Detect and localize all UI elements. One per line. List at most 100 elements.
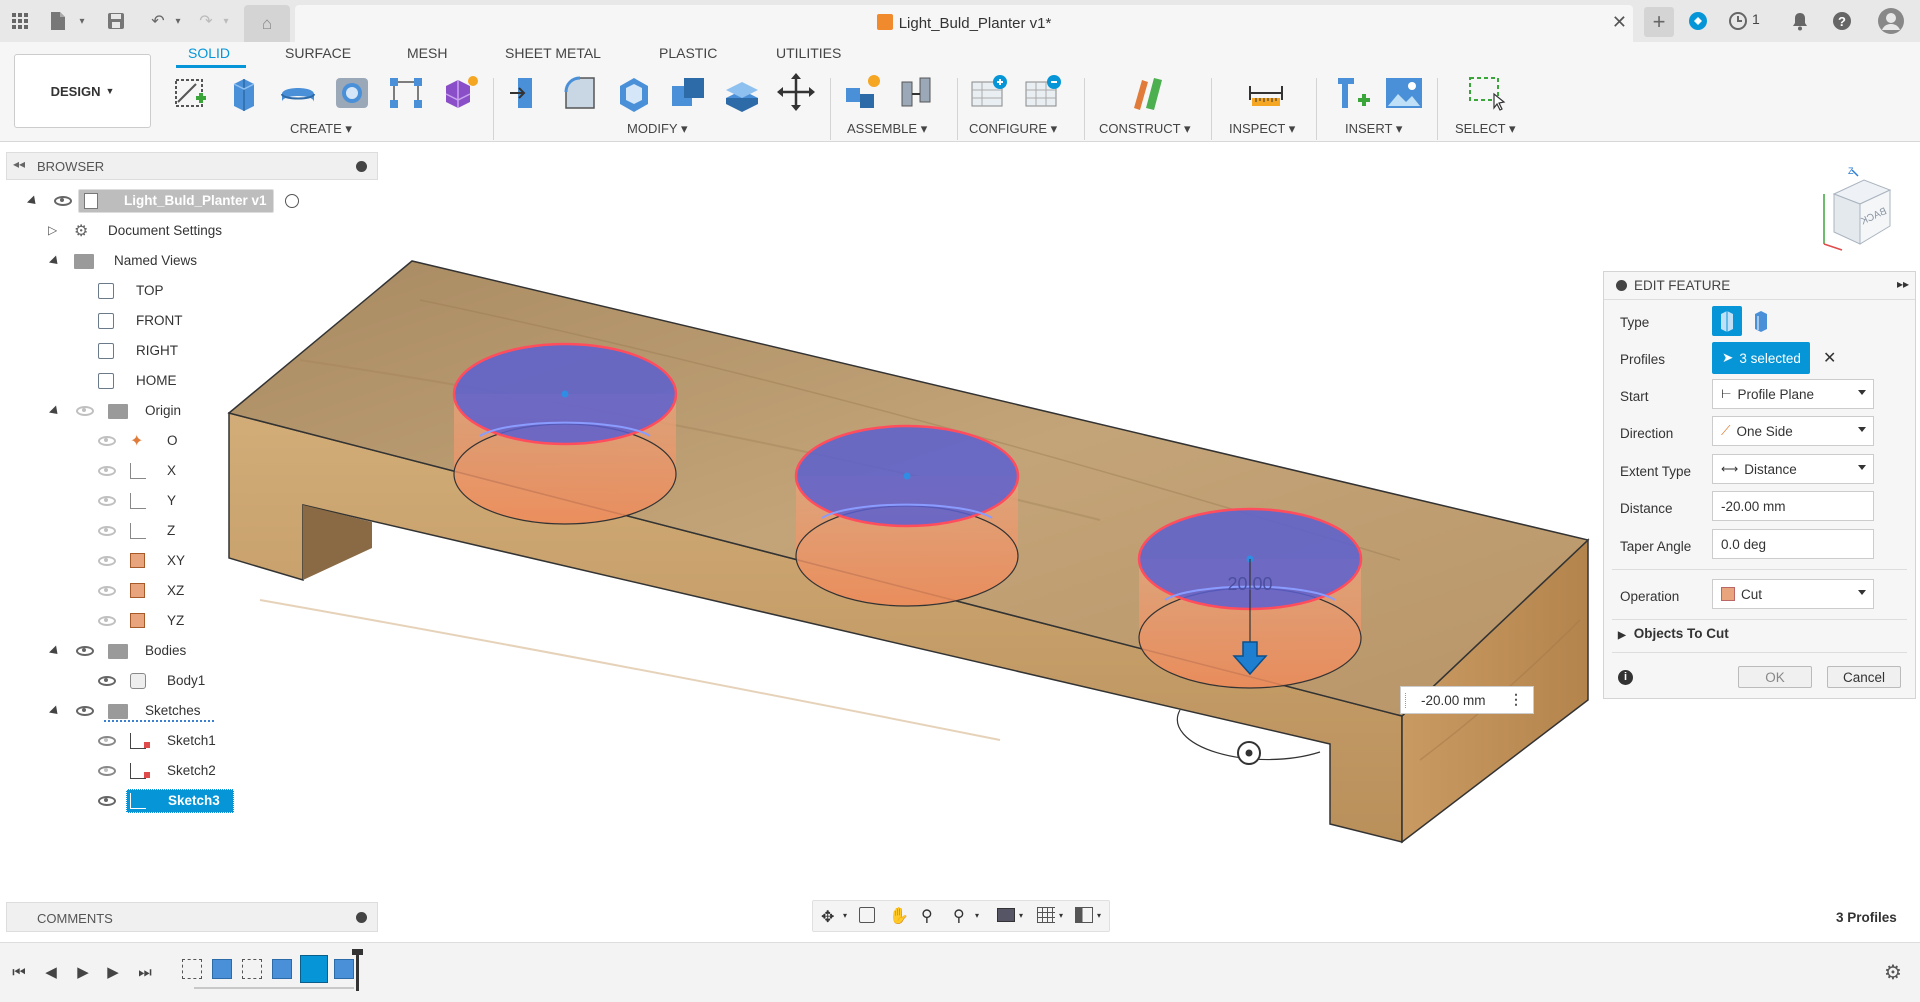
profiles-selection-button[interactable]: ➤ 3 selected	[1712, 342, 1810, 374]
browser-panel-header[interactable]: ◂◂ BROWSER	[6, 152, 378, 180]
extrude-tool[interactable]	[224, 72, 264, 112]
visibility-eye-off-icon[interactable]	[76, 406, 94, 416]
tree-sketch3[interactable]: Sketch3	[96, 788, 236, 814]
viewports-icon[interactable]	[1075, 907, 1093, 923]
timeline-marker-handle[interactable]	[352, 949, 363, 955]
taper-angle-input[interactable]: 0.0 deg	[1712, 529, 1874, 559]
orbit-dropdown-icon[interactable]: ▾	[843, 911, 847, 920]
document-tab[interactable]: Light_Buld_Planter v1* ✕	[295, 5, 1633, 42]
start-select[interactable]: ⊢ Profile Plane	[1712, 379, 1874, 409]
visibility-eye-off-icon[interactable]	[98, 466, 116, 476]
home-tab[interactable]: ⌂	[244, 5, 290, 42]
cut-profile-1[interactable]	[452, 342, 678, 525]
tree-origin[interactable]: Origin	[48, 398, 208, 424]
timeline-sketch-feature[interactable]	[242, 959, 262, 979]
visibility-eye-off-icon[interactable]	[98, 496, 116, 506]
visibility-eye-icon[interactable]	[76, 706, 94, 716]
expanded-icon[interactable]	[48, 255, 62, 268]
tree-plane-yz[interactable]: YZ	[96, 608, 196, 634]
grid-dropdown-icon[interactable]: ▾	[1059, 911, 1063, 920]
tree-axis-x[interactable]: X	[96, 458, 196, 484]
info-icon[interactable]: i	[1618, 670, 1633, 685]
tab-solid[interactable]: SOLID	[188, 45, 230, 61]
view-cube[interactable]: BACK Z	[1818, 164, 1898, 252]
create-sketch-tool[interactable]	[170, 72, 210, 112]
fillet-tool[interactable]	[560, 72, 600, 112]
offset-plane-tool[interactable]	[1128, 72, 1168, 112]
save-icon[interactable]	[104, 9, 128, 33]
redo-dropdown-icon[interactable]: ▾	[214, 9, 238, 33]
change-parameters-tool[interactable]	[970, 72, 1010, 112]
timeline-settings-icon[interactable]: ⚙	[1882, 961, 1904, 984]
comments-panel[interactable]: COMMENTS	[6, 902, 378, 932]
add-comment-icon[interactable]	[356, 912, 367, 923]
objects-to-cut-section[interactable]: ▶ Objects To Cut	[1618, 626, 1729, 641]
orbit-icon[interactable]: ✥	[821, 907, 834, 927]
visibility-eye-icon[interactable]	[98, 796, 116, 806]
tab-utilities[interactable]: UTILITIES	[776, 45, 841, 61]
tree-plane-xz[interactable]: XZ	[96, 578, 196, 604]
visibility-eye-off-icon[interactable]	[98, 616, 116, 626]
collapsed-icon[interactable]: ▷	[48, 223, 57, 237]
more-options-icon[interactable]: ⋮	[1509, 691, 1523, 708]
viewports-dropdown-icon[interactable]: ▾	[1097, 911, 1101, 920]
distance-input-tag[interactable]: -20.00 mm ⋮	[1400, 686, 1534, 714]
expand-dialog-icon[interactable]: ▸▸	[1897, 277, 1909, 291]
revolve-tool[interactable]	[278, 72, 318, 112]
look-at-icon[interactable]	[859, 907, 875, 923]
notifications-icon[interactable]	[1788, 9, 1812, 33]
shell-tool[interactable]	[614, 72, 654, 112]
insert-derive-tool[interactable]	[1332, 72, 1372, 112]
step-forward-icon[interactable]: ▶	[102, 961, 124, 983]
construct-menu[interactable]: CONSTRUCT ▾	[1099, 121, 1191, 137]
visibility-eye-icon[interactable]	[76, 646, 94, 656]
modify-menu[interactable]: MODIFY ▾	[627, 121, 687, 137]
extent-type-select[interactable]: ⟷ Distance	[1712, 454, 1874, 484]
activate-radio-icon[interactable]	[285, 194, 299, 208]
close-tab-icon[interactable]: ✕	[1612, 12, 1627, 33]
file-icon[interactable]	[46, 9, 70, 33]
file-dropdown-icon[interactable]: ▾	[70, 9, 94, 33]
visibility-eye-icon[interactable]	[98, 676, 116, 686]
step-back-icon[interactable]: ◀	[40, 961, 62, 983]
go-to-end-icon[interactable]: ⏭	[134, 961, 156, 983]
expanded-icon[interactable]	[48, 705, 62, 718]
assemble-menu[interactable]: ASSEMBLE ▾	[847, 121, 927, 137]
extensions-icon[interactable]	[1686, 9, 1710, 33]
visibility-eye-icon[interactable]	[54, 196, 72, 206]
form-tool[interactable]	[440, 72, 480, 112]
tree-sketch2[interactable]: Sketch2	[96, 758, 226, 784]
timeline-extrude-feature[interactable]	[212, 959, 232, 979]
timeline-extrude-feature[interactable]	[272, 959, 292, 979]
tree-view-top[interactable]: TOP	[96, 278, 176, 304]
distance-input[interactable]: -20.00 mm	[1712, 491, 1874, 521]
move-copy-tool[interactable]	[776, 72, 816, 112]
display-settings-icon[interactable]	[997, 908, 1015, 922]
offset-face-tool[interactable]	[722, 72, 762, 112]
cut-profile-2[interactable]	[794, 424, 1020, 607]
tree-body1[interactable]: Body1	[96, 668, 216, 694]
visibility-eye-off-icon[interactable]	[98, 436, 116, 446]
tree-sketches[interactable]: Sketches	[48, 698, 218, 724]
measure-tool[interactable]	[1246, 72, 1286, 112]
app-grid-icon[interactable]	[8, 9, 32, 33]
user-avatar-icon[interactable]	[1876, 6, 1906, 36]
configurations-tool[interactable]	[1024, 72, 1064, 112]
zoom-icon[interactable]: ⚲	[921, 906, 933, 926]
collapse-dialog-icon[interactable]	[1616, 280, 1627, 291]
timeline-active-sketch-feature[interactable]	[300, 955, 328, 983]
display-dropdown-icon[interactable]: ▾	[1019, 911, 1023, 920]
new-component-tool[interactable]	[842, 72, 882, 112]
tree-axis-z[interactable]: Z	[96, 518, 196, 544]
tab-surface[interactable]: SURFACE	[285, 45, 351, 61]
canvas-insert-tool[interactable]	[1384, 72, 1424, 112]
tree-bodies[interactable]: Bodies	[48, 638, 208, 664]
workspace-switcher[interactable]: DESIGN ▼	[14, 54, 151, 128]
tree-view-right[interactable]: RIGHT	[96, 338, 196, 364]
hole-tool[interactable]	[332, 72, 372, 112]
expanded-icon[interactable]	[26, 195, 40, 208]
ok-button[interactable]: OK	[1738, 666, 1812, 688]
tree-view-front[interactable]: FRONT	[96, 308, 196, 334]
grid-icon[interactable]	[1037, 907, 1055, 923]
pattern-tool[interactable]	[386, 72, 426, 112]
